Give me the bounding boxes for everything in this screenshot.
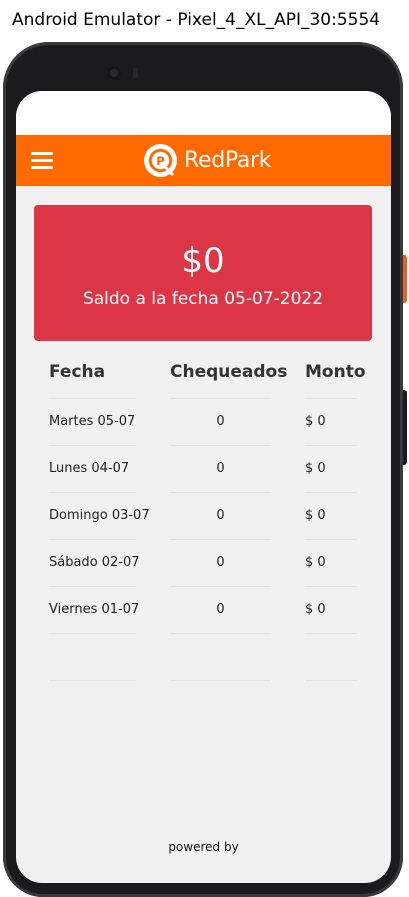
cell-chequeados: 0 (170, 540, 271, 587)
cell-chequeados: 0 (170, 399, 271, 446)
hamburger-menu-icon[interactable] (31, 152, 53, 170)
redpark-logo-icon: P (143, 143, 178, 178)
camera-icon (107, 66, 121, 80)
app-bar: P RedPark (16, 135, 391, 186)
column-chequeados: Chequeados 0 0 0 0 0 (170, 343, 287, 681)
power-button[interactable] (403, 255, 407, 303)
brand-name: RedPark (184, 148, 272, 173)
cell-fecha: Domingo 03-07 (49, 493, 150, 540)
column-fecha: Fecha Martes 05-07 Lunes 04-07 Domingo 0… (49, 343, 150, 681)
balance-card: $0 Saldo a la fecha 05-07-2022 (34, 205, 372, 341)
cell-fecha: Martes 05-07 (49, 399, 136, 446)
cell-chequeados: 0 (170, 493, 271, 540)
svg-text:P: P (156, 154, 165, 168)
cell-monto: $ 0 (305, 399, 357, 446)
column-monto: Monto $ 0 $ 0 $ 0 $ 0 $ 0 (305, 343, 366, 681)
cell-monto: $ 0 (305, 446, 357, 493)
balance-caption: Saldo a la fecha 05-07-2022 (82, 289, 324, 309)
app-screen: P RedPark $0 Saldo a la fecha 05-07-2022… (16, 91, 391, 883)
header-chequeados: Chequeados (170, 343, 287, 399)
cell-monto: $ 0 (305, 540, 357, 587)
cell-chequeados: 0 (170, 446, 271, 493)
header-monto: Monto (305, 343, 366, 399)
cell-monto: $ 0 (305, 493, 357, 540)
window-title: Android Emulator - Pixel_4_XL_API_30:555… (0, 0, 409, 40)
balance-amount: $0 (181, 241, 225, 281)
cell-fecha (49, 634, 136, 681)
cell-chequeados: 0 (170, 587, 271, 634)
cell-fecha: Viernes 01-07 (49, 587, 139, 634)
volume-button[interactable] (403, 390, 407, 465)
cell-fecha: Lunes 04-07 (49, 446, 136, 493)
status-bar (16, 91, 391, 135)
sensor-icon (133, 68, 138, 78)
cell-chequeados (170, 634, 271, 681)
footer-powered-by: powered by (168, 840, 239, 854)
brand-logo: P RedPark (143, 142, 272, 179)
cell-fecha: Sábado 02-07 (49, 540, 140, 587)
header-fecha: Fecha (49, 343, 136, 399)
cell-monto: $ 0 (305, 587, 357, 634)
cell-monto (305, 634, 357, 681)
